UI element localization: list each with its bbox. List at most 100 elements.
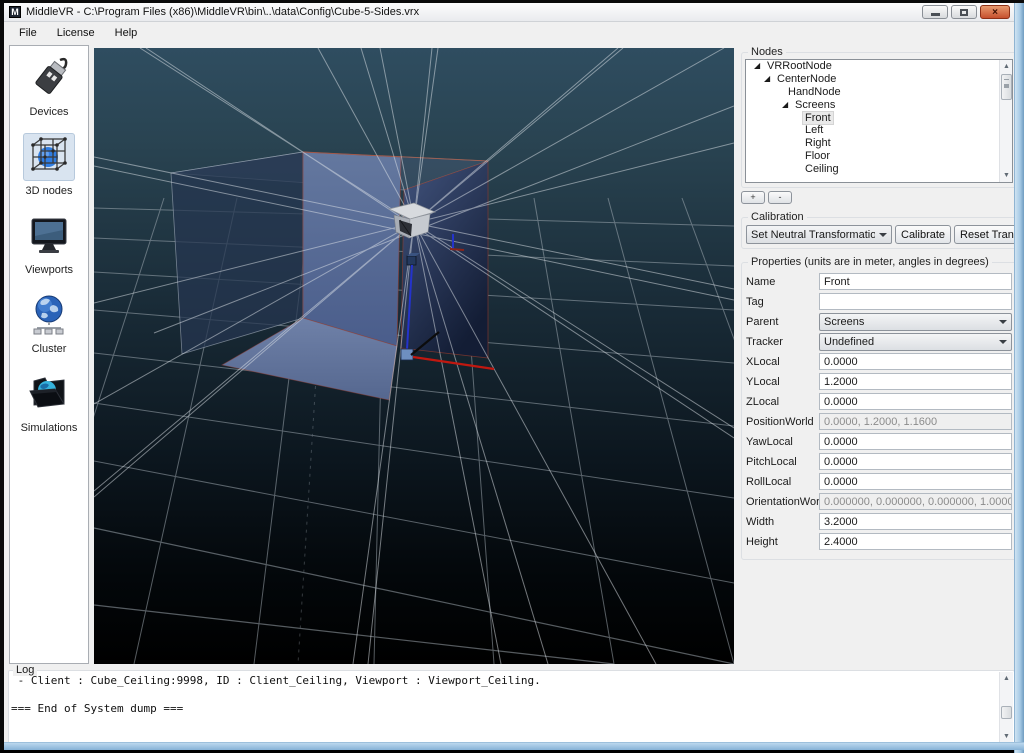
name-field[interactable]: Front xyxy=(819,273,1012,290)
chevron-down-icon xyxy=(999,339,1007,344)
zlocal-field[interactable]: 0.0000 xyxy=(819,393,1012,410)
tracker-select[interactable]: Undefined xyxy=(819,332,1012,351)
expander-icon[interactable]: ◢ xyxy=(764,75,772,83)
folder-simulations-icon xyxy=(29,377,65,408)
menu-file[interactable]: File xyxy=(10,25,46,41)
menu-help[interactable]: Help xyxy=(106,25,147,41)
calibrate-button[interactable]: Calibrate xyxy=(895,225,952,244)
tree-node-vrrootnode[interactable]: ◢ VRRootNode xyxy=(746,60,1012,73)
sidebar-label: 3D nodes xyxy=(25,185,73,197)
tree-node-left[interactable]: Left xyxy=(746,124,1012,137)
menu-license[interactable]: License xyxy=(48,25,104,41)
tree-node-front[interactable]: Front xyxy=(746,110,1012,125)
app-icon: M xyxy=(9,6,21,18)
transformation-select[interactable]: Set Neutral Transformation xyxy=(746,225,892,244)
expander-icon[interactable]: ◢ xyxy=(754,62,762,70)
tree-node-ceiling[interactable]: Ceiling xyxy=(746,162,1012,175)
pitchlocal-field[interactable]: 0.0000 xyxy=(819,453,1012,470)
ylocal-field[interactable]: 1.2000 xyxy=(819,373,1012,390)
sidebar-label: Cluster xyxy=(31,343,67,355)
prop-row-orientationworld: OrientationWorld 0.000000, 0.000000, 0.0… xyxy=(746,493,1012,510)
tree-node-floor[interactable]: Floor xyxy=(746,150,1012,163)
tree-scrollbar-thumb[interactable] xyxy=(1001,74,1012,100)
prop-row-tag: Tag xyxy=(746,293,1012,310)
sidebar-item-simulations[interactable]: Simulations xyxy=(20,370,78,434)
sidebar-item-viewports[interactable]: Viewports xyxy=(23,212,75,276)
sidebar: Devices 3D nodes Viewports Cluster Simul… xyxy=(9,45,89,664)
scroll-down-icon[interactable]: ▼ xyxy=(1001,170,1012,181)
window-controls: × xyxy=(922,5,1010,19)
tree-node-screens[interactable]: ◢ Screens xyxy=(746,98,1012,111)
log-groupbox: Log - Client : Cube_Ceiling:9998, ID : C… xyxy=(8,664,1015,745)
prop-row-ylocal: YLocal 1.2000 xyxy=(746,373,1012,390)
front-screen xyxy=(302,151,402,347)
height-field[interactable]: 2.4000 xyxy=(819,533,1012,550)
xlocal-field[interactable]: 0.0000 xyxy=(819,353,1012,370)
right-panel: Nodes ◢ VRRootNode ◢ CenterNode HandNode ◢… xyxy=(741,45,1024,560)
add-node-button[interactable]: + xyxy=(741,191,765,204)
calibration-title: Calibration xyxy=(748,211,807,223)
sidebar-item-cluster[interactable]: Cluster xyxy=(23,291,75,355)
nodes-tree[interactable]: ◢ VRRootNode ◢ CenterNode HandNode ◢ Screen… xyxy=(745,59,1013,183)
chevron-down-icon xyxy=(879,232,887,237)
window-frame-bottom xyxy=(4,742,1024,750)
prop-row-tracker: Tracker Undefined xyxy=(746,332,1012,351)
nodes-groupbox: Nodes ◢ VRRootNode ◢ CenterNode HandNode ◢… xyxy=(741,46,1017,188)
prop-row-xlocal: XLocal 0.0000 xyxy=(746,353,1012,370)
tree-node-right[interactable]: Right xyxy=(746,137,1012,150)
rolllocal-field[interactable]: 0.0000 xyxy=(819,473,1012,490)
sidebar-label: Viewports xyxy=(24,264,74,276)
properties-title: Properties (units are in meter, angles i… xyxy=(748,256,992,268)
scroll-down-icon[interactable]: ▼ xyxy=(1001,731,1012,742)
tree-node-handnode[interactable]: HandNode xyxy=(746,86,1012,99)
prop-row-yawlocal: YawLocal 0.0000 xyxy=(746,433,1012,450)
app-window: M MiddleVR - C:\Program Files (x86)\Midd… xyxy=(0,0,1024,753)
window-title: MiddleVR - C:\Program Files (x86)\Middle… xyxy=(26,6,420,18)
log-content[interactable]: - Client : Cube_Ceiling:9998, ID : Clien… xyxy=(11,674,998,742)
3d-scene xyxy=(94,48,734,664)
close-icon: × xyxy=(992,6,998,18)
orientationworld-field: 0.000000, 0.000000, 0.000000, 1.000000 xyxy=(819,493,1012,510)
tree-scrollbar[interactable]: ▲ ▼ xyxy=(999,60,1012,182)
log-scrollbar[interactable]: ▲ ▼ xyxy=(999,672,1013,743)
log-line: === End of System dump === xyxy=(11,702,184,715)
sidebar-label: Simulations xyxy=(20,422,78,434)
minimize-button[interactable] xyxy=(922,5,948,19)
maximize-button[interactable] xyxy=(951,5,977,19)
log-scrollbar-thumb[interactable] xyxy=(1001,706,1012,719)
prop-row-name: Name Front xyxy=(746,273,1012,290)
sidebar-item-devices[interactable]: Devices xyxy=(23,54,75,118)
usb-device-icon xyxy=(35,57,68,94)
nodes-title: Nodes xyxy=(748,46,786,58)
prop-row-rolllocal: RollLocal 0.0000 xyxy=(746,473,1012,490)
log-line: - Client : Cube_Ceiling:9998, ID : Clien… xyxy=(11,674,541,687)
tree-node-centernode[interactable]: ◢ CenterNode xyxy=(746,73,1012,86)
yawlocal-field[interactable]: 0.0000 xyxy=(819,433,1012,450)
prop-row-pitchlocal: PitchLocal 0.0000 xyxy=(746,453,1012,470)
3d-viewport[interactable] xyxy=(94,48,734,664)
3d-nodes-cube-icon xyxy=(31,137,67,171)
window-frame-right xyxy=(1014,3,1024,753)
tree-edit-buttons: + - xyxy=(741,191,1017,204)
monitor-icon xyxy=(31,218,67,253)
parent-select[interactable]: Screens xyxy=(819,312,1012,331)
sidebar-item-3d-nodes[interactable]: 3D nodes xyxy=(23,133,75,197)
globe-network-icon xyxy=(33,295,64,335)
remove-node-button[interactable]: - xyxy=(768,191,792,204)
scroll-up-icon[interactable]: ▲ xyxy=(1001,61,1012,72)
tag-field[interactable] xyxy=(819,293,1012,310)
positionworld-field: 0.0000, 1.2000, 1.1600 xyxy=(819,413,1012,430)
chevron-down-icon xyxy=(999,319,1007,324)
prop-row-parent: Parent Screens xyxy=(746,312,1012,331)
close-button[interactable]: × xyxy=(980,5,1010,19)
expander-icon[interactable]: ◢ xyxy=(782,100,790,109)
prop-row-height: Height 2.4000 xyxy=(746,533,1012,550)
calibration-groupbox: Calibration Set Neutral Transformation C… xyxy=(741,211,1024,249)
prop-row-width: Width 3.2000 xyxy=(746,513,1012,530)
width-field[interactable]: 3.2000 xyxy=(819,513,1012,530)
menu-bar: File License Help xyxy=(4,23,1018,43)
prop-row-positionworld: PositionWorld 0.0000, 1.2000, 1.1600 xyxy=(746,413,1012,430)
scroll-up-icon[interactable]: ▲ xyxy=(1001,673,1012,684)
title-bar[interactable]: M MiddleVR - C:\Program Files (x86)\Midd… xyxy=(4,3,1018,22)
